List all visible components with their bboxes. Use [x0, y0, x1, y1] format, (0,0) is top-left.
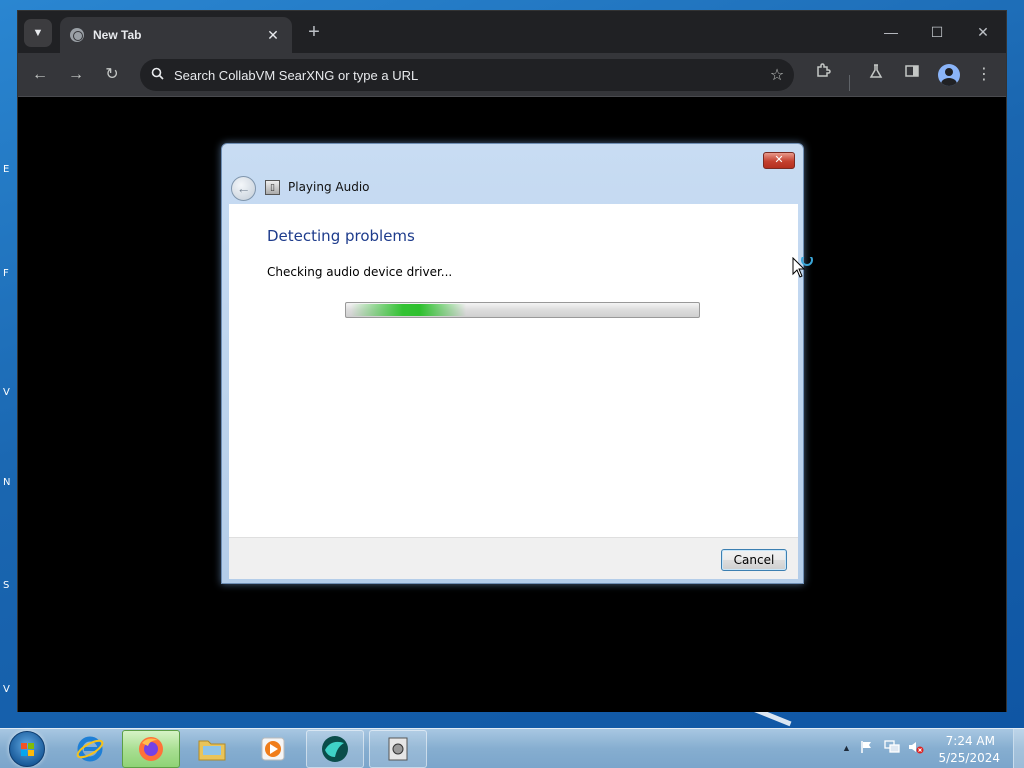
action-center-flag-icon[interactable] — [860, 740, 874, 757]
tab-search-button[interactable]: ▼ — [24, 19, 52, 47]
clock-date[interactable]: 5/25/2024 — [938, 751, 1000, 765]
browser-app-icon — [322, 736, 348, 762]
tab-new-tab[interactable]: New Tab ✕ — [60, 17, 292, 53]
avatar-body — [941, 78, 957, 86]
avatar-head — [945, 68, 953, 76]
progress-marquee — [351, 304, 466, 316]
dialog-content: Detecting problems Checking audio device… — [229, 204, 798, 537]
taskbar: ▲ 7:24 AM 5/25/2024 — [0, 728, 1024, 768]
reload-button[interactable]: ↻ — [98, 61, 126, 89]
internet-explorer-icon — [76, 736, 104, 762]
taskbar-troubleshooter[interactable] — [369, 730, 427, 768]
menu-icon[interactable]: ⋮ — [970, 61, 998, 89]
desktop-icon-label-fragment[interactable]: N — [3, 477, 10, 488]
desktop-icon-label-fragment[interactable]: V — [3, 684, 10, 695]
dialog-close-button[interactable]: ✕ — [763, 152, 795, 169]
tab-strip: ▼ New Tab ✕ + — ☐ ✕ — [18, 11, 1006, 53]
show-desktop-button[interactable] — [1013, 729, 1024, 768]
troubleshooter-app-icon: ▯ — [265, 180, 280, 195]
close-window-button[interactable]: ✕ — [968, 19, 998, 45]
search-icon — [140, 67, 174, 83]
extensions-icon[interactable] — [809, 61, 837, 89]
taskbar-browser[interactable] — [306, 730, 364, 768]
busy-cursor-icon — [792, 257, 813, 278]
taskbar-file-explorer[interactable] — [183, 730, 241, 768]
desktop-icon-label-fragment[interactable]: E — [3, 164, 9, 175]
forward-button[interactable]: → — [62, 61, 90, 89]
taskbar-internet-explorer[interactable] — [61, 730, 119, 768]
back-button[interactable]: ← — [26, 61, 54, 89]
side-panel-icon[interactable] — [898, 61, 926, 89]
browser-toolbar: ← → ↻ ☆ ⋮ — [18, 53, 1006, 97]
cancel-button[interactable]: Cancel — [721, 549, 787, 571]
desktop-icon-label-fragment[interactable]: V — [3, 387, 10, 398]
windows-logo-icon — [21, 743, 34, 756]
dialog-status-text: Checking audio device driver... — [267, 265, 453, 279]
dialog-heading: Detecting problems — [267, 227, 415, 245]
folder-icon — [198, 740, 226, 761]
start-button[interactable] — [9, 731, 45, 767]
tab-title: New Tab — [93, 28, 142, 42]
labs-icon[interactable] — [862, 61, 890, 89]
desktop-icon-label-fragment[interactable]: S — [3, 580, 9, 591]
chevron-down-icon: ▼ — [32, 27, 44, 39]
network-icon[interactable] — [884, 740, 900, 757]
globe-icon — [70, 28, 84, 42]
back-arrow-icon[interactable]: ← — [231, 176, 256, 201]
system-tray: ▲ 7:24 AM 5/25/2024 — [834, 729, 1024, 768]
address-input[interactable] — [174, 67, 760, 83]
troubleshooter-icon — [388, 737, 408, 761]
firefox-icon — [139, 737, 163, 761]
desktop-icon-label-fragment[interactable]: F — [3, 268, 9, 279]
dialog-footer: Cancel — [229, 537, 798, 579]
taskbar-firefox[interactable] — [122, 730, 180, 768]
maximize-button[interactable]: ☐ — [922, 19, 952, 45]
troubleshooter-dialog: ✕ ← ▯ Playing Audio Detecting problems C… — [221, 143, 804, 584]
omnibox[interactable]: ☆ — [140, 59, 794, 91]
profile-icon[interactable] — [938, 64, 960, 86]
close-tab-icon[interactable]: ✕ — [264, 27, 282, 44]
volume-muted-icon[interactable] — [908, 740, 924, 757]
show-hidden-icons-button[interactable]: ▲ — [842, 743, 851, 753]
new-tab-button[interactable]: + — [302, 21, 326, 45]
bookmark-star-icon[interactable]: ☆ — [760, 65, 794, 85]
clock-time[interactable]: 7:24 AM — [946, 734, 995, 748]
minimize-button[interactable]: — — [876, 19, 906, 45]
toolbar-divider — [849, 75, 850, 91]
progress-bar — [345, 302, 700, 318]
media-player-icon — [261, 737, 285, 761]
dialog-title: Playing Audio — [288, 180, 370, 194]
taskbar-media-player[interactable] — [244, 730, 302, 768]
